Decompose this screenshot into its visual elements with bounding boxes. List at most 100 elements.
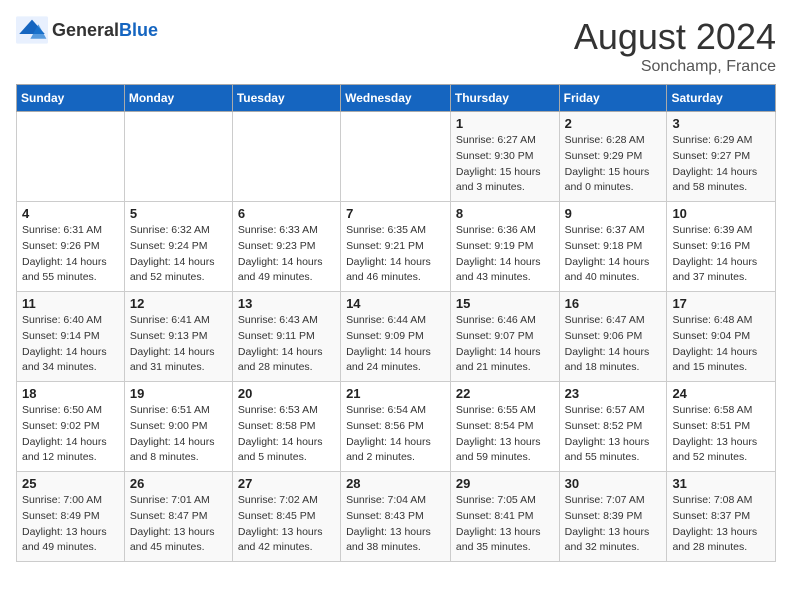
calendar-cell: 5 Sunrise: 6:32 AM Sunset: 9:24 PM Daylig… <box>124 202 232 292</box>
day-number: 11 <box>22 296 119 311</box>
day-number: 27 <box>238 476 335 491</box>
day-number: 24 <box>672 386 770 401</box>
day-detail: Sunrise: 6:39 AM Sunset: 9:16 PM Dayligh… <box>672 223 770 286</box>
day-number: 4 <box>22 206 119 221</box>
calendar-cell <box>17 112 125 202</box>
logo-general: General <box>52 20 119 40</box>
calendar-week-row: 4 Sunrise: 6:31 AM Sunset: 9:26 PM Daylig… <box>17 202 776 292</box>
day-number: 13 <box>238 296 335 311</box>
day-detail: Sunrise: 6:37 AM Sunset: 9:18 PM Dayligh… <box>565 223 662 286</box>
day-detail: Sunrise: 7:02 AM Sunset: 8:45 PM Dayligh… <box>238 493 335 556</box>
calendar-cell: 18 Sunrise: 6:50 AM Sunset: 9:02 PM Dayli… <box>17 382 125 472</box>
calendar-cell: 27 Sunrise: 7:02 AM Sunset: 8:45 PM Dayli… <box>232 472 340 562</box>
day-number: 20 <box>238 386 335 401</box>
day-detail: Sunrise: 7:01 AM Sunset: 8:47 PM Dayligh… <box>130 493 227 556</box>
calendar-cell: 16 Sunrise: 6:47 AM Sunset: 9:06 PM Dayli… <box>559 292 667 382</box>
day-number: 14 <box>346 296 445 311</box>
day-detail: Sunrise: 6:31 AM Sunset: 9:26 PM Dayligh… <box>22 223 119 286</box>
calendar-cell: 31 Sunrise: 7:08 AM Sunset: 8:37 PM Dayli… <box>667 472 776 562</box>
day-detail: Sunrise: 6:41 AM Sunset: 9:13 PM Dayligh… <box>130 313 227 376</box>
calendar-cell: 21Sunrise: 6:54 AM Sunset: 8:56 PM Dayli… <box>341 382 451 472</box>
calendar-cell: 9Sunrise: 6:37 AM Sunset: 9:18 PM Daylig… <box>559 202 667 292</box>
logo: GeneralBlue <box>16 16 158 44</box>
day-number: 29 <box>456 476 554 491</box>
weekday-header-wednesday: Wednesday <box>341 85 451 112</box>
day-number: 31 <box>672 476 770 491</box>
day-number: 25 <box>22 476 119 491</box>
day-detail: Sunrise: 6:48 AM Sunset: 9:04 PM Dayligh… <box>672 313 770 376</box>
calendar-cell: 11 Sunrise: 6:40 AM Sunset: 9:14 PM Dayli… <box>17 292 125 382</box>
calendar-cell: 20 Sunrise: 6:53 AM Sunset: 8:58 PM Dayli… <box>232 382 340 472</box>
day-number: 18 <box>22 386 119 401</box>
day-number: 26 <box>130 476 227 491</box>
calendar-header: SundayMondayTuesdayWednesdayThursdayFrid… <box>17 85 776 112</box>
weekday-header-friday: Friday <box>559 85 667 112</box>
day-detail: Sunrise: 6:32 AM Sunset: 9:24 PM Dayligh… <box>130 223 227 286</box>
day-number: 1 <box>456 116 554 131</box>
day-detail: Sunrise: 6:54 AM Sunset: 8:56 PM Dayligh… <box>346 403 445 466</box>
day-number: 23 <box>565 386 662 401</box>
page-header: GeneralBlue August 2024 Sonchamp, France <box>16 16 776 76</box>
calendar-week-row: 18 Sunrise: 6:50 AM Sunset: 9:02 PM Dayli… <box>17 382 776 472</box>
calendar-table: SundayMondayTuesdayWednesdayThursdayFrid… <box>16 84 776 562</box>
title-block: August 2024 Sonchamp, France <box>574 16 776 76</box>
day-detail: Sunrise: 6:43 AM Sunset: 9:11 PM Dayligh… <box>238 313 335 376</box>
day-detail: Sunrise: 6:40 AM Sunset: 9:14 PM Dayligh… <box>22 313 119 376</box>
calendar-cell <box>341 112 451 202</box>
logo-icon <box>16 16 48 44</box>
weekday-header-tuesday: Tuesday <box>232 85 340 112</box>
calendar-week-row: 25 Sunrise: 7:00 AM Sunset: 8:49 PM Dayli… <box>17 472 776 562</box>
calendar-cell <box>232 112 340 202</box>
calendar-cell: 28 Sunrise: 7:04 AM Sunset: 8:43 PM Dayli… <box>341 472 451 562</box>
calendar-cell: 22Sunrise: 6:55 AM Sunset: 8:54 PM Dayli… <box>450 382 559 472</box>
day-detail: Sunrise: 7:07 AM Sunset: 8:39 PM Dayligh… <box>565 493 662 556</box>
calendar-body: 1 Sunrise: 6:27 AM Sunset: 9:30 PM Daylig… <box>17 112 776 562</box>
day-number: 7 <box>346 206 445 221</box>
weekday-header-saturday: Saturday <box>667 85 776 112</box>
calendar-cell: 2 Sunrise: 6:28 AM Sunset: 9:29 PM Daylig… <box>559 112 667 202</box>
main-title: August 2024 <box>574 16 776 58</box>
calendar-cell: 25 Sunrise: 7:00 AM Sunset: 8:49 PM Dayli… <box>17 472 125 562</box>
day-detail: Sunrise: 7:04 AM Sunset: 8:43 PM Dayligh… <box>346 493 445 556</box>
day-detail: Sunrise: 7:08 AM Sunset: 8:37 PM Dayligh… <box>672 493 770 556</box>
day-detail: Sunrise: 6:33 AM Sunset: 9:23 PM Dayligh… <box>238 223 335 286</box>
calendar-cell: 10Sunrise: 6:39 AM Sunset: 9:16 PM Dayli… <box>667 202 776 292</box>
day-detail: Sunrise: 6:28 AM Sunset: 9:29 PM Dayligh… <box>565 133 662 196</box>
day-number: 3 <box>672 116 770 131</box>
day-number: 22 <box>456 386 554 401</box>
day-number: 5 <box>130 206 227 221</box>
day-number: 6 <box>238 206 335 221</box>
calendar-cell: 1 Sunrise: 6:27 AM Sunset: 9:30 PM Daylig… <box>450 112 559 202</box>
day-number: 12 <box>130 296 227 311</box>
calendar-week-row: 11 Sunrise: 6:40 AM Sunset: 9:14 PM Dayli… <box>17 292 776 382</box>
calendar-cell: 12 Sunrise: 6:41 AM Sunset: 9:13 PM Dayli… <box>124 292 232 382</box>
calendar-cell: 4 Sunrise: 6:31 AM Sunset: 9:26 PM Daylig… <box>17 202 125 292</box>
calendar-cell: 23 Sunrise: 6:57 AM Sunset: 8:52 PM Dayli… <box>559 382 667 472</box>
logo-blue: Blue <box>119 20 158 40</box>
calendar-cell: 3Sunrise: 6:29 AM Sunset: 9:27 PM Daylig… <box>667 112 776 202</box>
calendar-cell: 7 Sunrise: 6:35 AM Sunset: 9:21 PM Daylig… <box>341 202 451 292</box>
day-number: 17 <box>672 296 770 311</box>
calendar-cell: 24Sunrise: 6:58 AM Sunset: 8:51 PM Dayli… <box>667 382 776 472</box>
day-number: 30 <box>565 476 662 491</box>
calendar-cell: 8Sunrise: 6:36 AM Sunset: 9:19 PM Daylig… <box>450 202 559 292</box>
day-number: 19 <box>130 386 227 401</box>
day-detail: Sunrise: 6:47 AM Sunset: 9:06 PM Dayligh… <box>565 313 662 376</box>
day-detail: Sunrise: 6:50 AM Sunset: 9:02 PM Dayligh… <box>22 403 119 466</box>
day-detail: Sunrise: 7:00 AM Sunset: 8:49 PM Dayligh… <box>22 493 119 556</box>
calendar-cell: 14Sunrise: 6:44 AM Sunset: 9:09 PM Dayli… <box>341 292 451 382</box>
day-detail: Sunrise: 6:35 AM Sunset: 9:21 PM Dayligh… <box>346 223 445 286</box>
subtitle: Sonchamp, France <box>574 58 776 76</box>
day-number: 16 <box>565 296 662 311</box>
day-number: 28 <box>346 476 445 491</box>
weekday-header-monday: Monday <box>124 85 232 112</box>
day-number: 2 <box>565 116 662 131</box>
day-detail: Sunrise: 6:57 AM Sunset: 8:52 PM Dayligh… <box>565 403 662 466</box>
day-detail: Sunrise: 6:27 AM Sunset: 9:30 PM Dayligh… <box>456 133 554 196</box>
day-number: 15 <box>456 296 554 311</box>
logo-text: GeneralBlue <box>52 20 158 41</box>
day-detail: Sunrise: 6:36 AM Sunset: 9:19 PM Dayligh… <box>456 223 554 286</box>
weekday-header-sunday: Sunday <box>17 85 125 112</box>
calendar-cell: 6 Sunrise: 6:33 AM Sunset: 9:23 PM Daylig… <box>232 202 340 292</box>
day-detail: Sunrise: 6:53 AM Sunset: 8:58 PM Dayligh… <box>238 403 335 466</box>
